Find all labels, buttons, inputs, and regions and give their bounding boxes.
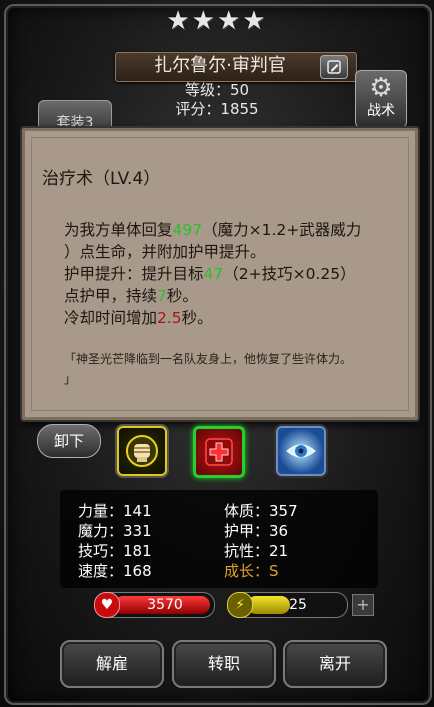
gear-icon: ⚙ [369,73,393,103]
tooltip-desc-line-4: 点护甲，持续7秒。 [64,287,198,305]
stat-resist: 抗性：21 [224,542,289,560]
stat-armor: 护甲：36 [224,522,289,540]
skill-slot-heal-selected[interactable] [193,426,245,478]
energy-bar: ⚡ 25 [227,592,348,618]
add-energy-button[interactable]: + [352,594,374,616]
hp-bar: ♥ 3570 [94,592,215,618]
skill-slot-eye[interactable] [276,426,326,476]
dismiss-button[interactable]: 解雇 [60,640,164,688]
eye-icon [286,444,316,458]
pencil-icon [327,60,341,74]
hp-value: 3570 [147,597,183,613]
stat-magic: 魔力：331 [78,522,152,540]
stat-constitution: 体质：357 [224,502,298,520]
tooltip-desc-line-1: 为我方单体回复497（魔力×1.2+武器威力 [64,221,362,239]
tooltip-desc-line-3: 护甲提升：提升目标47（2+技巧×0.25） [64,265,356,283]
tooltip-desc-line-5: 冷却时间增加2.5秒。 [64,309,213,327]
tactics-label: 战术 [367,103,395,119]
rename-button[interactable] [320,55,348,79]
leave-button[interactable]: 离开 [283,640,387,688]
tooltip-flavor-text-end: 」 [64,372,77,386]
fist-icon [126,435,158,467]
unequip-button[interactable]: 卸下 [37,424,101,458]
tooltip-desc-line-2: ）点生命，并附加护甲提升。 [64,243,266,261]
stat-strength: 力量：141 [78,502,152,520]
tactics-button[interactable]: ⚙ 战术 [355,70,407,128]
heal-cross-icon [205,438,233,466]
energy-value: 25 [289,597,307,613]
skill-slot-fist[interactable] [117,426,167,476]
stat-growth: 成长：S [224,562,279,580]
tooltip-title: 治疗术（LV.4） [42,169,161,189]
job-change-button[interactable]: 转职 [172,640,276,688]
stat-skill: 技巧：181 [78,542,152,560]
stat-speed: 速度：168 [78,562,152,580]
tooltip-flavor-text: 「神圣光芒降临到一名队友身上，他恢复了些许体力。 [64,352,353,366]
rank-stars: ★★★★ [166,6,268,36]
hero-name: 扎尔鲁尔·审判官 [154,55,286,76]
